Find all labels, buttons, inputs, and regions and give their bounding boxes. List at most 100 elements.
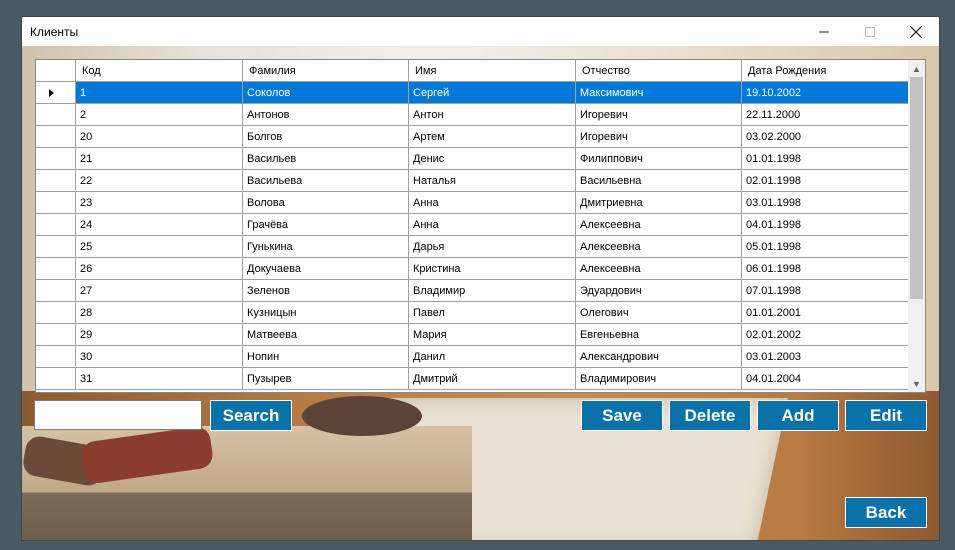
delete-button[interactable]: Delete xyxy=(669,400,751,431)
cell-birthdate[interactable]: 03.01.1998 xyxy=(742,192,909,214)
cell-surname[interactable]: Пузырев xyxy=(243,368,409,390)
cell-birthdate[interactable]: 01.01.2001 xyxy=(742,302,909,324)
cell-surname[interactable]: Соколов xyxy=(243,82,409,104)
cell-patronymic[interactable]: Васильевна xyxy=(576,170,742,192)
table-row[interactable]: 30 Нопин Данил Александрович 03.01.2003 xyxy=(36,346,909,368)
row-header-corner[interactable] xyxy=(36,60,76,82)
row-header[interactable] xyxy=(36,346,76,368)
cell-patronymic[interactable]: Александрович xyxy=(576,346,742,368)
table-row[interactable]: 24 Грачёва Анна Алексеевна 04.01.1998 xyxy=(36,214,909,236)
cell-code[interactable]: 1 xyxy=(76,82,243,104)
back-button[interactable]: Back xyxy=(845,497,927,528)
cell-surname[interactable]: Гунькина xyxy=(243,236,409,258)
column-header-name[interactable]: Имя xyxy=(409,60,576,82)
row-header[interactable] xyxy=(36,236,76,258)
table-row[interactable]: 2 Антонов Антон Игоревич 22.11.2000 xyxy=(36,104,909,126)
column-header-surname[interactable]: Фамилия xyxy=(243,60,409,82)
cell-surname[interactable]: Кузницын xyxy=(243,302,409,324)
scroll-up-icon[interactable]: ▲ xyxy=(908,60,925,77)
cell-patronymic[interactable]: Алексеевна xyxy=(576,258,742,280)
search-button[interactable]: Search xyxy=(210,400,292,431)
table-row[interactable]: 27 Зеленов Владимир Эдуардович 07.01.1998 xyxy=(36,280,909,302)
cell-name[interactable]: Денис xyxy=(409,148,576,170)
table-row[interactable]: 23 Волова Анна Дмитриевна 03.01.1998 xyxy=(36,192,909,214)
cell-birthdate[interactable]: 05.01.1998 xyxy=(742,236,909,258)
column-header-birthdate[interactable]: Дата Рождения xyxy=(742,60,909,82)
cell-name[interactable]: Анна xyxy=(409,214,576,236)
table-row[interactable]: 31 Пузырев Дмитрий Владимирович 04.01.2004 xyxy=(36,368,909,390)
cell-birthdate[interactable]: 07.01.1998 xyxy=(742,280,909,302)
cell-patronymic[interactable]: Игоревич xyxy=(576,104,742,126)
cell-code[interactable]: 24 xyxy=(76,214,243,236)
row-header[interactable] xyxy=(36,280,76,302)
row-header[interactable] xyxy=(36,170,76,192)
cell-patronymic[interactable]: Игоревич xyxy=(576,126,742,148)
cell-name[interactable]: Кристина xyxy=(409,258,576,280)
cell-code[interactable]: 20 xyxy=(76,126,243,148)
cell-birthdate[interactable]: 03.02.2000 xyxy=(742,126,909,148)
cell-surname[interactable]: Васильева xyxy=(243,170,409,192)
cell-patronymic[interactable]: Алексеевна xyxy=(576,214,742,236)
cell-patronymic[interactable]: Эдуардович xyxy=(576,280,742,302)
row-header[interactable] xyxy=(36,368,76,390)
cell-name[interactable]: Владимир xyxy=(409,280,576,302)
cell-patronymic[interactable]: Максимович xyxy=(576,82,742,104)
cell-surname[interactable]: Докучаева xyxy=(243,258,409,280)
cell-name[interactable]: Анна xyxy=(409,192,576,214)
cell-code[interactable]: 2 xyxy=(76,104,243,126)
table-row[interactable]: 26 Докучаева Кристина Алексеевна 06.01.1998 xyxy=(36,258,909,280)
cell-code[interactable]: 26 xyxy=(76,258,243,280)
edit-button[interactable]: Edit xyxy=(845,400,927,431)
cell-birthdate[interactable]: 22.11.2000 xyxy=(742,104,909,126)
minimize-button[interactable] xyxy=(801,17,847,46)
cell-patronymic[interactable]: Владимирович xyxy=(576,368,742,390)
cell-surname[interactable]: Антонов xyxy=(243,104,409,126)
cell-patronymic[interactable]: Филиппович xyxy=(576,148,742,170)
row-header[interactable] xyxy=(36,214,76,236)
cell-birthdate[interactable]: 06.01.1998 xyxy=(742,258,909,280)
cell-surname[interactable]: Зеленов xyxy=(243,280,409,302)
cell-name[interactable]: Дарья xyxy=(409,236,576,258)
row-header[interactable] xyxy=(36,148,76,170)
scroll-thumb[interactable] xyxy=(910,77,923,299)
cell-birthdate[interactable]: 04.01.1998 xyxy=(742,214,909,236)
maximize-button[interactable] xyxy=(847,17,893,46)
table-row[interactable]: 22 Васильева Наталья Васильевна 02.01.1998 xyxy=(36,170,909,192)
cell-surname[interactable]: Нопин xyxy=(243,346,409,368)
cell-code[interactable]: 27 xyxy=(76,280,243,302)
row-header[interactable] xyxy=(36,258,76,280)
table-row[interactable]: 29 Матвеева Мария Евгеньевна 02.01.2002 xyxy=(36,324,909,346)
row-header[interactable] xyxy=(36,104,76,126)
cell-code[interactable]: 25 xyxy=(76,236,243,258)
cell-surname[interactable]: Болгов xyxy=(243,126,409,148)
cell-surname[interactable]: Волова xyxy=(243,192,409,214)
cell-name[interactable]: Наталья xyxy=(409,170,576,192)
cell-name[interactable]: Мария xyxy=(409,324,576,346)
cell-birthdate[interactable]: 02.01.1998 xyxy=(742,170,909,192)
cell-birthdate[interactable]: 19.10.2002 xyxy=(742,82,909,104)
table-row[interactable]: 25 Гунькина Дарья Алексеевна 05.01.1998 xyxy=(36,236,909,258)
cell-code[interactable]: 23 xyxy=(76,192,243,214)
table-row[interactable]: 20 Болгов Артем Игоревич 03.02.2000 xyxy=(36,126,909,148)
row-header[interactable] xyxy=(36,302,76,324)
add-button[interactable]: Add xyxy=(757,400,839,431)
cell-code[interactable]: 28 xyxy=(76,302,243,324)
cell-code[interactable]: 31 xyxy=(76,368,243,390)
row-header[interactable] xyxy=(36,192,76,214)
cell-surname[interactable]: Васильев xyxy=(243,148,409,170)
cell-patronymic[interactable]: Евгеньевна xyxy=(576,324,742,346)
scroll-down-icon[interactable]: ▼ xyxy=(908,375,925,392)
cell-name[interactable]: Павел xyxy=(409,302,576,324)
cell-name[interactable]: Сергей xyxy=(409,82,576,104)
row-header[interactable] xyxy=(36,82,76,104)
cell-name[interactable]: Данил xyxy=(409,346,576,368)
cell-surname[interactable]: Грачёва xyxy=(243,214,409,236)
close-button[interactable] xyxy=(893,17,939,46)
cell-patronymic[interactable]: Олегович xyxy=(576,302,742,324)
clients-grid[interactable]: Код Фамилия Имя Отчество Дата Рождения 1… xyxy=(35,59,926,393)
save-button[interactable]: Save xyxy=(581,400,663,431)
cell-birthdate[interactable]: 03.01.2003 xyxy=(742,346,909,368)
cell-name[interactable]: Дмитрий xyxy=(409,368,576,390)
column-header-patronymic[interactable]: Отчество xyxy=(576,60,742,82)
row-header[interactable] xyxy=(36,126,76,148)
